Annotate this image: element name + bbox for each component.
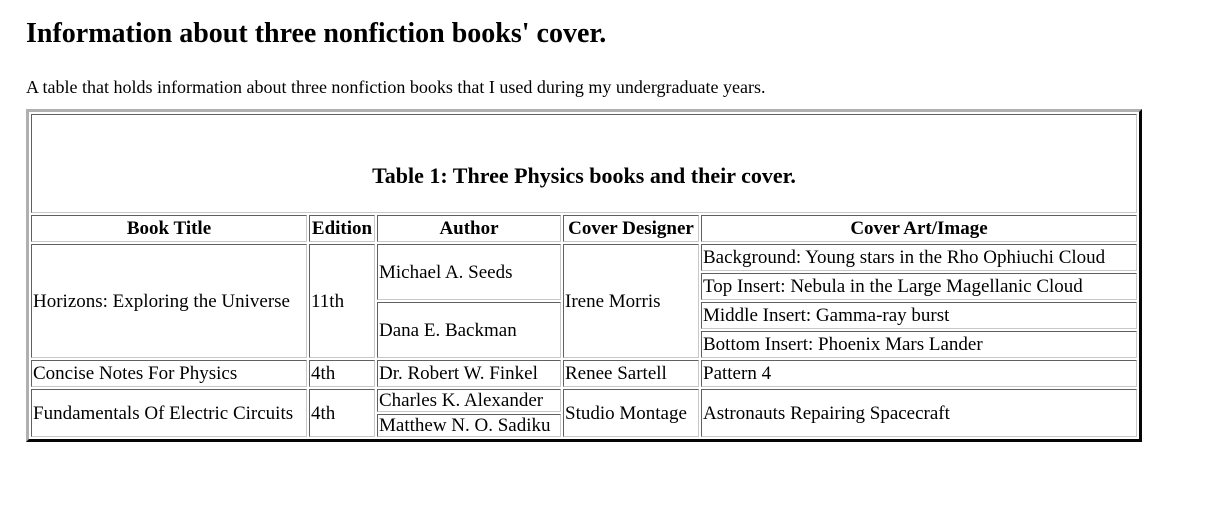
cover-designer-cell: Irene Morris [563,244,699,358]
header-cover-designer: Cover Designer [563,215,699,242]
book-title-cell: Fundamentals Of Electric Circuits [31,389,307,437]
table-header-row: Book Title Edition Author Cover Designer… [31,215,1137,242]
edition-cell: 4th [309,360,375,387]
author-cell: Dana E. Backman [377,302,561,358]
cover-designer-cell: Renee Sartell [563,360,699,387]
cover-designer-cell: Studio Montage [563,389,699,437]
cover-art-cell: Middle Insert: Gamma-ray burst [701,302,1137,329]
page-description: A table that holds information about thr… [26,77,766,97]
page-heading: Information about three nonfiction books… [26,18,607,49]
header-author: Author [377,215,561,242]
author-cell: Charles K. Alexander [377,389,561,412]
book-title-cell: Concise Notes For Physics [31,360,307,387]
edition-cell: 4th [309,389,375,437]
header-cover-art: Cover Art/Image [701,215,1137,242]
table-row: Horizons: Exploring the Universe 11th Mi… [31,244,1137,358]
edition-cell: 11th [309,244,375,358]
author-cell: Dr. Robert W. Finkel [377,360,561,387]
cover-art-cell: Top Insert: Nebula in the Large Magellan… [701,273,1137,300]
cover-art-cell: Bottom Insert: Phoenix Mars Lander [701,331,1137,358]
author-cell: Michael A. Seeds [377,244,561,300]
cover-art-cell: Astronauts Repairing Spacecraft [701,389,1137,437]
books-table: Table 1: Three Physics books and their c… [26,109,1142,442]
header-edition: Edition [309,215,375,242]
cover-art-cell: Background: Young stars in the Rho Ophiu… [701,244,1137,271]
book-title-cell: Horizons: Exploring the Universe [31,244,307,358]
author-cell: Matthew N. O. Sadiku [377,414,561,437]
header-book-title: Book Title [31,215,307,242]
table-row: Concise Notes For Physics 4th Dr. Robert… [31,360,1137,387]
table-caption: Table 1: Three Physics books and their c… [31,114,1137,213]
table-row: Fundamentals Of Electric Circuits 4th Ch… [31,389,1137,437]
cover-art-cell: Pattern 4 [701,360,1137,387]
